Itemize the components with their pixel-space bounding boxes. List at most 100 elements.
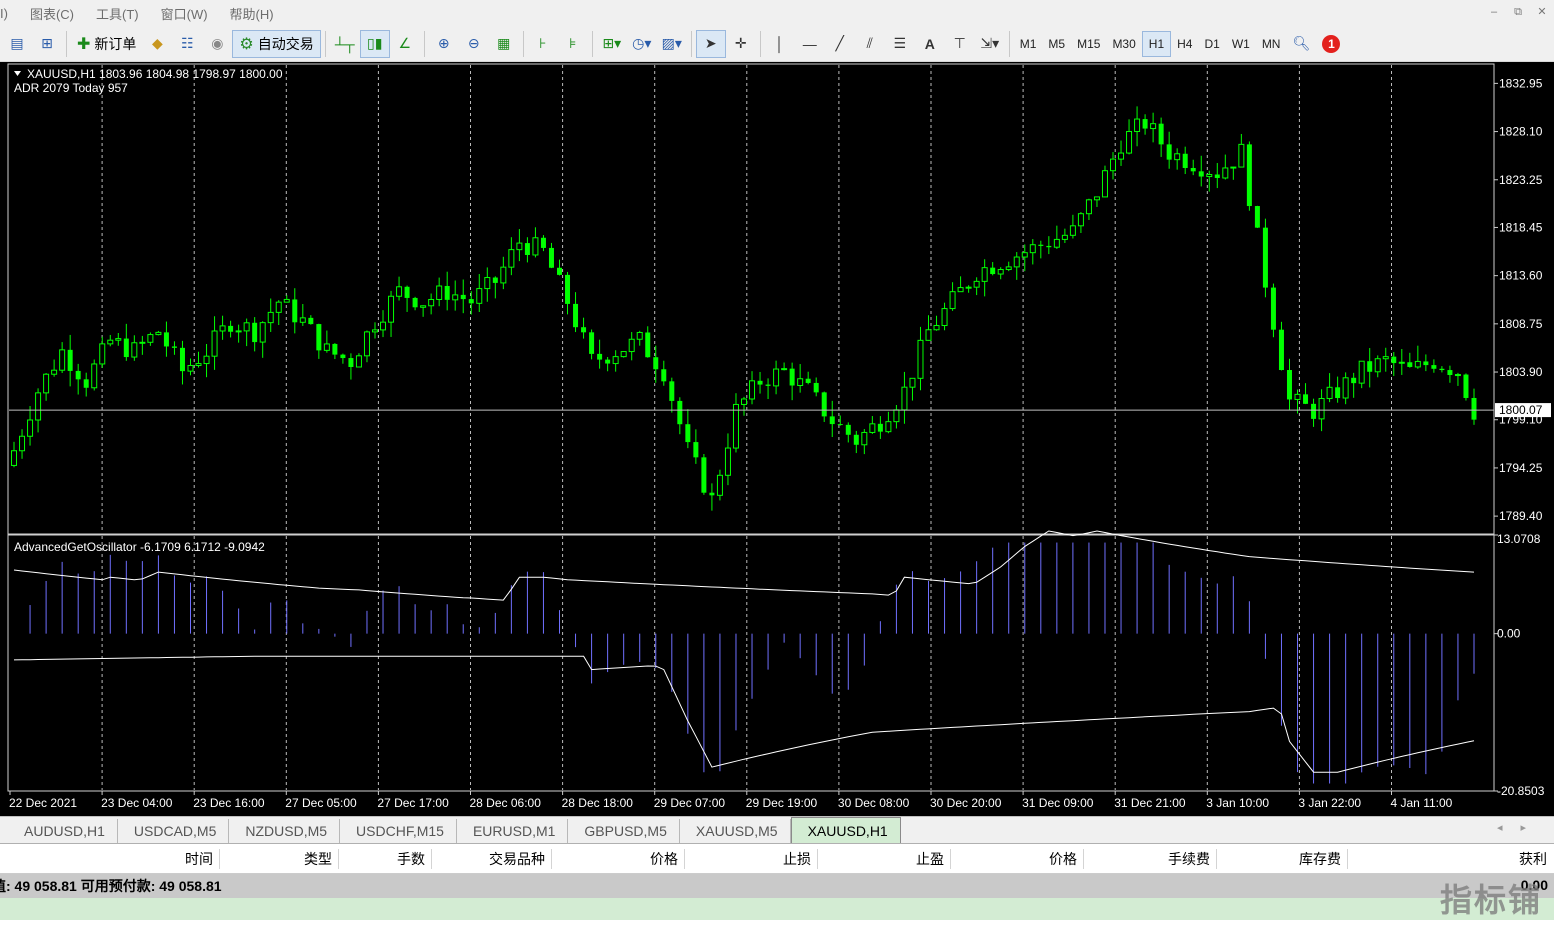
market-watch-icon[interactable]: ◆ [142, 30, 172, 58]
candle-bear [332, 343, 338, 355]
tf-w1[interactable]: W1 [1226, 31, 1256, 57]
cursor-icon[interactable]: ➤ [695, 29, 726, 58]
tab-gbpusd-m5[interactable]: GBPUSD,M5 [568, 819, 680, 843]
candle-bear [653, 357, 659, 370]
col-swap[interactable]: 库存费 [1217, 848, 1348, 869]
minimize-button[interactable]: – [1482, 3, 1506, 21]
templates-icon[interactable]: ▨▾ [657, 30, 687, 58]
candle-bear [123, 338, 129, 358]
col-tp[interactable]: 止盈 [818, 848, 951, 869]
tab-audusd-h1[interactable]: AUDUSD,H1 [8, 819, 118, 843]
tf-mn[interactable]: MN [1256, 31, 1287, 57]
candle-bear [67, 349, 73, 371]
tf-m15[interactable]: M15 [1071, 31, 1106, 57]
tab-usdchf-m15[interactable]: USDCHF,M15 [340, 819, 457, 843]
arrows-icon[interactable]: ⇲▾ [975, 30, 1005, 58]
time-tick-label: 28 Dec 06:00 [470, 796, 542, 810]
chart-window[interactable]: 1832.95 1828.10 1823.25 1818.45 1813.60 1808.… [0, 62, 1554, 816]
autoscroll-icon[interactable]: ⊧ [558, 30, 588, 58]
time-tick-label: 27 Dec 17:00 [377, 796, 449, 810]
chart-shift-icon[interactable]: ⊦ [528, 30, 558, 58]
candle-bear [540, 237, 546, 248]
trendline-icon[interactable]: ╱ [825, 30, 855, 58]
search-icon[interactable]: 🔍︎ [1286, 30, 1316, 58]
tab-xauusd-m5[interactable]: XAUUSD,M5 [680, 819, 791, 843]
col-type[interactable]: 类型 [220, 848, 339, 869]
candle-bull [11, 450, 18, 466]
profiles-icon[interactable]: ⊞ [32, 30, 62, 58]
line-chart-icon[interactable]: ∠ [390, 30, 420, 58]
tab-eurusd-m1[interactable]: EURUSD,M1 [457, 819, 569, 843]
tab-xauusd-h1[interactable]: XAUUSD,H1 [790, 817, 901, 843]
tf-m5[interactable]: M5 [1042, 31, 1071, 57]
candle-bear [1351, 377, 1357, 384]
menu-help[interactable]: 帮助(H) [219, 4, 285, 23]
menu-file[interactable]: I) [0, 6, 19, 21]
tf-m30[interactable]: M30 [1106, 31, 1141, 57]
col-symbol[interactable]: 交易品种 [432, 848, 552, 869]
tab-usdcad-m5[interactable]: USDCAD,M5 [118, 819, 230, 843]
candle-bull [195, 363, 202, 366]
candle-bull [99, 343, 106, 365]
time-tick-label: 29 Dec 07:00 [654, 796, 726, 810]
col-sl[interactable]: 止损 [685, 848, 818, 869]
candle-bull [1021, 252, 1028, 258]
col-current-price[interactable]: 价格 [951, 848, 1084, 869]
crosshair-icon[interactable]: ✛ [726, 30, 756, 58]
col-commission[interactable]: 手续费 [1084, 848, 1217, 869]
candle-bull [732, 403, 739, 449]
balance-row: 净值: 49 058.81 可用预付款: 49 058.81 0.00 [0, 874, 1554, 898]
adr-line: ADR 2079 Today 957 [14, 81, 128, 95]
candle-bull [476, 288, 483, 304]
menu-charts[interactable]: 图表(C) [19, 4, 85, 23]
zoom-in-icon[interactable]: ⊕ [429, 30, 459, 58]
candle-bear [1423, 361, 1429, 366]
signals-icon[interactable]: ◉ [202, 30, 232, 58]
new-order-button[interactable]: ✚ 新订单 [71, 30, 142, 58]
bar-chart-icon[interactable]: ┴┬ [330, 30, 360, 58]
close-button[interactable]: ✕ [1530, 3, 1554, 21]
channel-icon[interactable]: ⫽ [855, 30, 885, 58]
candle-bull [1077, 213, 1084, 227]
col-profit[interactable]: 获利 [1348, 849, 1553, 869]
candle-bear [757, 380, 763, 385]
candle-bear [877, 423, 883, 432]
auto-trading-button[interactable]: ⚙ 自动交易 [232, 29, 321, 58]
col-time[interactable]: 时间 [0, 848, 220, 869]
candle-bear [1391, 356, 1397, 364]
collapse-triangle-icon[interactable] [14, 71, 21, 76]
vertical-line-icon[interactable]: │ [765, 30, 795, 58]
menu-window[interactable]: 窗口(W) [150, 4, 219, 23]
zoom-out-icon[interactable]: ⊖ [459, 30, 489, 58]
horizontal-line-icon[interactable]: — [795, 30, 825, 58]
tf-h4[interactable]: H4 [1171, 31, 1198, 57]
candlestick-icon[interactable]: ▯▮ [359, 29, 390, 58]
candle-bull [91, 363, 98, 389]
indicators-icon[interactable]: ⊞▾ [597, 30, 627, 58]
candle-bull [500, 266, 507, 284]
candle-bear [1182, 153, 1188, 168]
time-tick-label: 31 Dec 21:00 [1114, 796, 1186, 810]
tile-windows-icon[interactable]: ▦ [489, 30, 519, 58]
restore-button[interactable]: ⧉ [1506, 3, 1530, 21]
text-tool-icon[interactable]: A [915, 30, 945, 58]
col-price[interactable]: 价格 [552, 848, 685, 869]
notifications-icon[interactable]: 1 [1316, 30, 1346, 58]
candle-bull [797, 378, 804, 387]
tf-d1[interactable]: D1 [1198, 31, 1225, 57]
tab-scroll-arrows-icon[interactable]: ◂▸ [1497, 821, 1544, 834]
navigator-icon[interactable]: ☷ [172, 30, 202, 58]
col-lots[interactable]: 手数 [339, 848, 432, 869]
chart-canvas[interactable]: 1832.95 1828.10 1823.25 1818.45 1813.60 1808.… [0, 62, 1554, 816]
tf-m1[interactable]: M1 [1014, 31, 1043, 57]
text-label-icon[interactable]: ⊤ [945, 30, 975, 58]
price-tick-label: 1813.60 [1499, 269, 1543, 283]
candle-bear [645, 332, 651, 358]
fibonacci-icon[interactable]: ☰ [885, 30, 915, 58]
new-chart-icon[interactable]: ▤ [2, 30, 32, 58]
tf-h1[interactable]: H1 [1141, 30, 1172, 57]
periods-clock-icon[interactable]: ◷▾ [627, 30, 657, 58]
candle-bear [1270, 287, 1276, 330]
menu-tools[interactable]: 工具(T) [85, 4, 150, 23]
tab-nzdusd-m5[interactable]: NZDUSD,M5 [229, 819, 341, 843]
